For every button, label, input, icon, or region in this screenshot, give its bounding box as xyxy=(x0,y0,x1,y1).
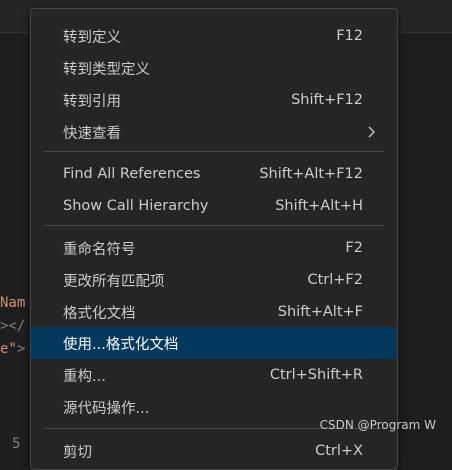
menu-item-label: Find All References xyxy=(63,166,201,182)
menu-separator xyxy=(44,151,384,152)
menu-item-label: 使用...格式化文档 xyxy=(63,336,179,353)
code-line: Nam xyxy=(0,295,26,311)
menu-item-label: Show Call Hierarchy xyxy=(63,198,209,214)
menu-item-label: 更改所有匹配项 xyxy=(63,273,165,290)
menu-item-shortcut: Shift+Alt+F xyxy=(277,304,363,320)
code-line: ></ xyxy=(0,318,26,334)
menu-item-label: 剪切 xyxy=(63,444,92,461)
menu-item-peek[interactable]: 快速查看 xyxy=(31,116,397,148)
code-punctuation: > xyxy=(16,341,26,357)
chevron-right-icon xyxy=(368,126,375,138)
menu-item-change-all-occurrences[interactable]: 更改所有匹配项 Ctrl+F2 xyxy=(31,264,397,296)
menu-item-shortcut: Ctrl+Shift+R xyxy=(269,367,363,383)
menu-item-shortcut: Shift+F12 xyxy=(291,92,363,108)
menu-item-label: 重命名符号 xyxy=(63,241,136,258)
menu-item-find-all-references[interactable]: Find All References Shift+Alt+F12 xyxy=(31,158,397,190)
menu-item-label: 源代码操作... xyxy=(63,400,150,417)
menu-item-label: 快速查看 xyxy=(63,125,121,142)
watermark: CSDN @Program W xyxy=(319,418,436,432)
menu-item-rename-symbol[interactable]: 重命名符号 F2 xyxy=(31,232,397,264)
code-line: e"> xyxy=(0,341,25,357)
line-number: 5 xyxy=(12,436,21,452)
menu-item-shortcut: Ctrl+F2 xyxy=(307,272,363,288)
menu-item-label: 格式化文档 xyxy=(63,305,136,322)
context-menu: 转到定义 F12 转到类型定义 转到引用 Shift+F12 快速查看 Find… xyxy=(30,8,398,470)
menu-item-shortcut: Ctrl+X xyxy=(315,443,363,459)
menu-item-shortcut: Shift+Alt+F12 xyxy=(259,166,363,182)
menu-item-go-to-references[interactable]: 转到引用 Shift+F12 xyxy=(31,84,397,116)
menu-item-format-document-with[interactable]: 使用...格式化文档 xyxy=(31,327,397,359)
menu-item-go-to-definition[interactable]: 转到定义 F12 xyxy=(31,20,397,52)
menu-item-shortcut: F12 xyxy=(336,28,363,44)
menu-separator xyxy=(44,225,384,226)
menu-item-format-document[interactable]: 格式化文档 Shift+Alt+F xyxy=(31,296,397,328)
menu-item-label: 转到定义 xyxy=(63,29,121,46)
code-string: e" xyxy=(0,341,17,357)
menu-item-label: 转到引用 xyxy=(63,93,121,110)
menu-item-refactor[interactable]: 重构... Ctrl+Shift+R xyxy=(31,359,397,391)
menu-item-shortcut: F2 xyxy=(345,240,363,256)
menu-item-shortcut: Shift+Alt+H xyxy=(275,198,363,214)
menu-item-cut[interactable]: 剪切 Ctrl+X xyxy=(31,435,397,467)
menu-item-label: 转到类型定义 xyxy=(63,61,150,78)
menu-item-label: 重构... xyxy=(63,368,106,385)
menu-item-show-call-hierarchy[interactable]: Show Call Hierarchy Shift+Alt+H xyxy=(31,190,397,222)
menu-item-go-to-type-definition[interactable]: 转到类型定义 xyxy=(31,52,397,84)
